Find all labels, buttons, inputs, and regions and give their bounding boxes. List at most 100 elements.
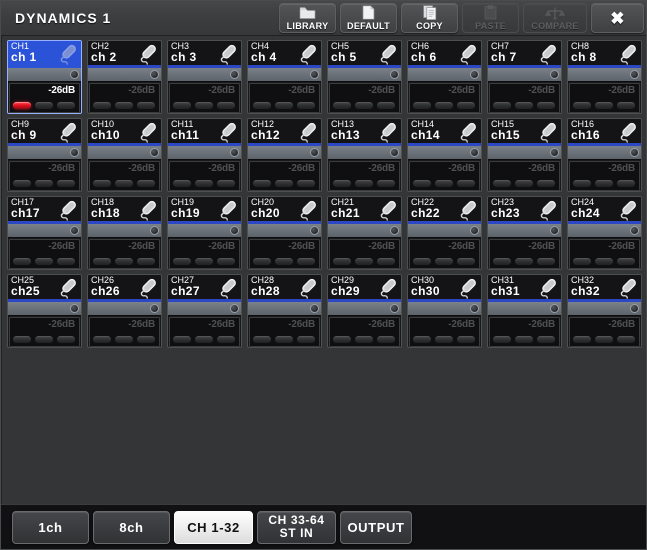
channel-cell[interactable]: CH6 ch 6 -26dB: [405, 39, 485, 117]
close-button[interactable]: ✖: [591, 3, 644, 33]
channel-strip[interactable]: CH10 ch10 -26dB: [87, 118, 162, 192]
threshold-slider[interactable]: [248, 224, 321, 238]
threshold-slider[interactable]: [568, 302, 641, 316]
knob-icon[interactable]: [70, 226, 79, 235]
threshold-slider[interactable]: [88, 302, 161, 316]
channel-strip[interactable]: CH18 ch18 -26dB: [87, 196, 162, 270]
channel-strip[interactable]: CH3 ch 3 -26dB: [167, 40, 242, 114]
channel-cell[interactable]: CH10 ch10 -26dB: [85, 117, 165, 195]
threshold-slider[interactable]: [568, 146, 641, 160]
channel-strip[interactable]: CH14 ch14 -26dB: [407, 118, 482, 192]
channel-header[interactable]: CH8 ch 8: [568, 41, 641, 68]
gain-meter[interactable]: -26dB: [9, 83, 80, 113]
channel-header[interactable]: CH31 ch31: [488, 275, 561, 302]
threshold-slider[interactable]: [88, 68, 161, 82]
knob-icon[interactable]: [230, 304, 239, 313]
knob-icon[interactable]: [310, 70, 319, 79]
threshold-slider[interactable]: [8, 68, 81, 82]
threshold-slider[interactable]: [488, 68, 561, 82]
knob-icon[interactable]: [470, 148, 479, 157]
knob-icon[interactable]: [230, 70, 239, 79]
channel-strip[interactable]: CH26 ch26 -26dB: [87, 274, 162, 348]
channel-cell[interactable]: CH20 ch20 -26dB: [245, 195, 325, 273]
channel-header[interactable]: CH11 ch11: [168, 119, 241, 146]
channel-cell[interactable]: CH23 ch23 -26dB: [485, 195, 565, 273]
knob-icon[interactable]: [150, 304, 159, 313]
channel-header[interactable]: CH30 ch30: [408, 275, 481, 302]
gain-meter[interactable]: -26dB: [89, 83, 160, 113]
knob-icon[interactable]: [630, 148, 639, 157]
channel-strip[interactable]: CH4 ch 4 -26dB: [247, 40, 322, 114]
channel-header[interactable]: CH3 ch 3: [168, 41, 241, 68]
knob-icon[interactable]: [70, 148, 79, 157]
gain-meter[interactable]: -26dB: [249, 317, 320, 347]
channel-strip[interactable]: CH11 ch11 -26dB: [167, 118, 242, 192]
knob-icon[interactable]: [310, 148, 319, 157]
channel-header[interactable]: CH23 ch23: [488, 197, 561, 224]
gain-meter[interactable]: -26dB: [569, 317, 640, 347]
channel-header[interactable]: CH32 ch32: [568, 275, 641, 302]
gain-meter[interactable]: -26dB: [9, 239, 80, 269]
channel-cell[interactable]: CH18 ch18 -26dB: [85, 195, 165, 273]
knob-icon[interactable]: [550, 70, 559, 79]
channel-strip[interactable]: CH22 ch22 -26dB: [407, 196, 482, 270]
knob-icon[interactable]: [230, 148, 239, 157]
knob-icon[interactable]: [550, 148, 559, 157]
channel-cell[interactable]: CH24 ch24 -26dB: [565, 195, 645, 273]
channel-strip[interactable]: CH23 ch23 -26dB: [487, 196, 562, 270]
channel-strip[interactable]: CH12 ch12 -26dB: [247, 118, 322, 192]
threshold-slider[interactable]: [408, 68, 481, 82]
knob-icon[interactable]: [150, 70, 159, 79]
channel-header[interactable]: CH10 ch10: [88, 119, 161, 146]
channel-header[interactable]: CH14 ch14: [408, 119, 481, 146]
threshold-slider[interactable]: [568, 68, 641, 82]
gain-meter[interactable]: -26dB: [89, 161, 160, 191]
channel-strip[interactable]: CH29 ch29 -26dB: [327, 274, 402, 348]
channel-header[interactable]: CH15 ch15: [488, 119, 561, 146]
gain-meter[interactable]: -26dB: [489, 239, 560, 269]
channel-cell[interactable]: CH14 ch14 -26dB: [405, 117, 485, 195]
channel-cell[interactable]: CH11 ch11 -26dB: [165, 117, 245, 195]
knob-icon[interactable]: [390, 148, 399, 157]
gain-meter[interactable]: -26dB: [169, 317, 240, 347]
channel-cell[interactable]: CH12 ch12 -26dB: [245, 117, 325, 195]
threshold-slider[interactable]: [168, 302, 241, 316]
channel-cell[interactable]: CH8 ch 8 -26dB: [565, 39, 645, 117]
channel-strip[interactable]: CH32 ch32 -26dB: [567, 274, 642, 348]
gain-meter[interactable]: -26dB: [9, 161, 80, 191]
channel-cell[interactable]: CH19 ch19 -26dB: [165, 195, 245, 273]
channel-header[interactable]: CH29 ch29: [328, 275, 401, 302]
tab-8ch[interactable]: 8ch: [93, 510, 170, 544]
threshold-slider[interactable]: [248, 146, 321, 160]
gain-meter[interactable]: -26dB: [409, 317, 480, 347]
channel-strip[interactable]: CH31 ch31 -26dB: [487, 274, 562, 348]
channel-header[interactable]: CH22 ch22: [408, 197, 481, 224]
knob-icon[interactable]: [630, 70, 639, 79]
gain-meter[interactable]: -26dB: [569, 161, 640, 191]
knob-icon[interactable]: [310, 304, 319, 313]
gain-meter[interactable]: -26dB: [409, 83, 480, 113]
channel-cell[interactable]: CH29 ch29 -26dB: [325, 273, 405, 351]
threshold-slider[interactable]: [168, 68, 241, 82]
channel-strip[interactable]: CH2 ch 2 -26dB: [87, 40, 162, 114]
gain-meter[interactable]: -26dB: [169, 161, 240, 191]
channel-header[interactable]: CH28 ch28: [248, 275, 321, 302]
threshold-slider[interactable]: [408, 224, 481, 238]
channel-header[interactable]: CH25 ch25: [8, 275, 81, 302]
channel-cell[interactable]: CH9 ch 9 -26dB: [5, 117, 85, 195]
channel-header[interactable]: CH16 ch16: [568, 119, 641, 146]
channel-header[interactable]: CH7 ch 7: [488, 41, 561, 68]
channel-cell[interactable]: CH27 ch27 -26dB: [165, 273, 245, 351]
gain-meter[interactable]: -26dB: [89, 239, 160, 269]
threshold-slider[interactable]: [328, 68, 401, 82]
channel-cell[interactable]: CH17 ch17 -26dB: [5, 195, 85, 273]
tab-1ch[interactable]: 1ch: [12, 510, 89, 544]
library-button[interactable]: LIBRARY: [279, 3, 336, 33]
threshold-slider[interactable]: [8, 146, 81, 160]
channel-cell[interactable]: CH3 ch 3 -26dB: [165, 39, 245, 117]
gain-meter[interactable]: -26dB: [89, 317, 160, 347]
knob-icon[interactable]: [470, 70, 479, 79]
channel-cell[interactable]: CH15 ch15 -26dB: [485, 117, 565, 195]
knob-icon[interactable]: [150, 148, 159, 157]
channel-strip[interactable]: CH5 ch 5 -26dB: [327, 40, 402, 114]
